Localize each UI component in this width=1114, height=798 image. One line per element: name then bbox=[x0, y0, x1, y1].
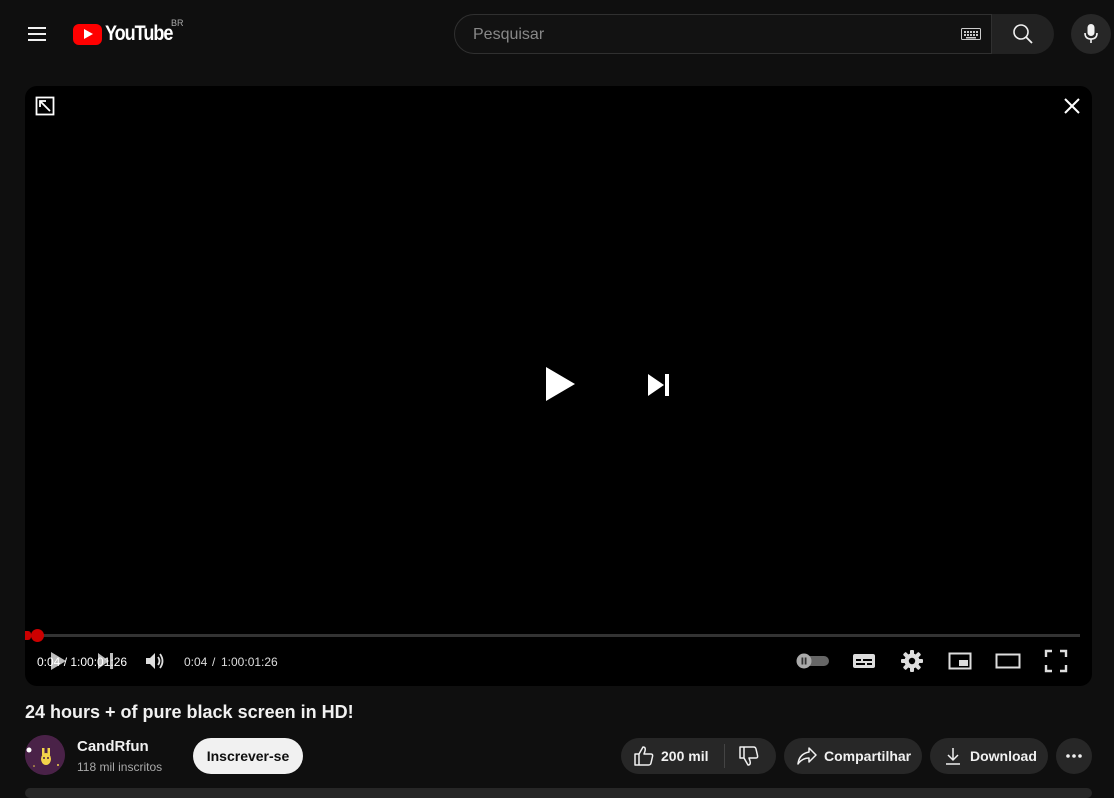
video-title: 24 hours + of pure black screen in HD! bbox=[25, 702, 354, 722]
subtitles-icon[interactable] bbox=[852, 649, 876, 673]
logo-region-code: BR bbox=[171, 18, 184, 28]
description-box[interactable] bbox=[25, 788, 1092, 798]
more-actions-button[interactable] bbox=[1056, 738, 1092, 774]
settings-gear-icon[interactable] bbox=[900, 649, 924, 673]
search-box bbox=[454, 14, 1054, 55]
like-count: 200 mil bbox=[661, 748, 709, 764]
like-button[interactable]: 200 mil bbox=[621, 738, 724, 774]
like-dislike-group: 200 mil bbox=[621, 738, 776, 774]
miniplayer-icon[interactable] bbox=[948, 649, 972, 673]
autoplay-toggle-icon[interactable] bbox=[795, 652, 831, 670]
progress-bar[interactable] bbox=[25, 629, 1080, 642]
microphone-icon bbox=[1084, 24, 1098, 43]
keyboard-icon[interactable] bbox=[961, 28, 981, 40]
download-button[interactable]: Download bbox=[930, 738, 1048, 774]
time-total: 1:00:01:26 bbox=[221, 655, 278, 669]
download-label: Download bbox=[970, 748, 1037, 764]
time-current: 0:04 bbox=[184, 655, 208, 669]
close-icon[interactable] bbox=[1062, 96, 1082, 116]
next-video-icon[interactable] bbox=[641, 368, 675, 402]
channel-name[interactable]: CandRfun bbox=[77, 738, 149, 755]
voice-search-button[interactable] bbox=[1071, 14, 1111, 54]
download-icon bbox=[946, 748, 960, 765]
menu-icon[interactable] bbox=[20, 17, 54, 51]
search-icon bbox=[1013, 24, 1033, 44]
share-button[interactable]: Compartilhar bbox=[784, 738, 922, 774]
progress-start-cap bbox=[25, 631, 31, 640]
thumbs-up-icon bbox=[634, 746, 654, 766]
logo-text: YouTube bbox=[105, 22, 173, 45]
volume-icon[interactable] bbox=[143, 649, 167, 673]
fullscreen-icon[interactable] bbox=[1044, 649, 1068, 673]
time-separator: / bbox=[212, 655, 216, 669]
thumbs-down-icon bbox=[739, 746, 759, 766]
time-overlay: 0:04 / 1:00:01:26 bbox=[37, 655, 128, 669]
subscribe-button[interactable]: Inscrever-se bbox=[193, 738, 303, 774]
more-horizontal-icon bbox=[1066, 754, 1082, 758]
channel-avatar[interactable] bbox=[25, 735, 65, 775]
exit-miniplayer-icon[interactable] bbox=[35, 96, 55, 116]
masthead: YouTube BR bbox=[0, 0, 1114, 68]
play-icon[interactable] bbox=[537, 362, 581, 406]
channel-avatar-image bbox=[25, 735, 65, 775]
progress-scrubber[interactable] bbox=[31, 629, 44, 642]
video-player[interactable]: 0:04 / 1:00:01:26 0:04 / 1:00:01:26 bbox=[25, 86, 1092, 686]
share-arrow-icon bbox=[797, 747, 817, 765]
search-input[interactable] bbox=[471, 15, 955, 55]
share-label: Compartilhar bbox=[824, 748, 912, 764]
subscriber-count: 118 mil inscritos bbox=[77, 760, 163, 774]
youtube-logo[interactable]: YouTube bbox=[73, 22, 183, 46]
dislike-button[interactable] bbox=[725, 738, 776, 774]
youtube-play-logo-icon bbox=[73, 23, 102, 45]
search-button[interactable] bbox=[991, 14, 1054, 54]
theater-mode-icon[interactable] bbox=[995, 649, 1021, 673]
